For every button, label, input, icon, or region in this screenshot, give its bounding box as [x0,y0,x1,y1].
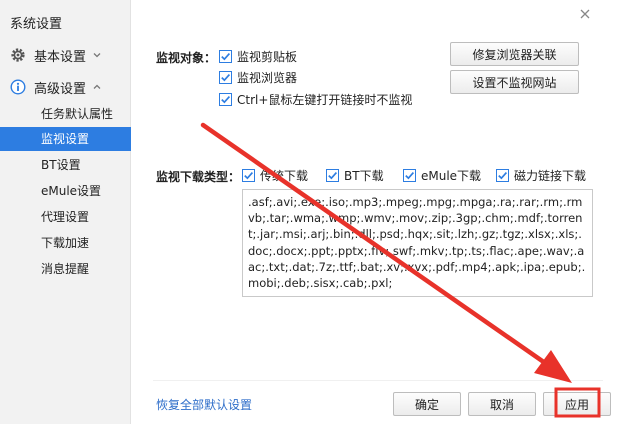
checkmark-icon [326,168,339,182]
checkmark-icon [219,49,232,63]
monitor-types-label: 监视下载类型： [156,170,241,184]
ok-button[interactable]: 确定 [393,392,461,416]
checkmark-icon [496,168,509,182]
sidebar-item-task-defaults[interactable]: 任务默认属性 [0,102,131,126]
checkmark-icon [219,70,232,84]
traditional-download-checkbox[interactable]: 传统下载 [242,167,308,183]
sidebar-item-bt[interactable]: BT设置 [0,153,131,177]
gear-icon [10,47,26,63]
settings-sidebar: 系统设置 基本设置 高级设置 任务默认属性 监视设置 BT设置 eMule设置 … [0,0,131,424]
sidebar-group-label: 基本设置 [34,49,87,65]
checkbox-label: 传统下载 [260,168,309,183]
footer-divider [153,380,603,381]
sidebar-item-emule[interactable]: eMule设置 [0,179,131,203]
bt-download-checkbox[interactable]: BT下载 [326,167,384,183]
checkbox-label: BT下载 [344,168,384,183]
monitor-browser-checkbox[interactable]: 监视浏览器 [219,69,297,85]
info-icon [10,79,26,95]
monitor-clipboard-checkbox[interactable]: 监视剪贴板 [219,48,297,64]
repair-browser-association-button[interactable]: 修复浏览器关联 [450,42,579,66]
extensions-textarea[interactable]: .asf;.avi;.exe;.iso;.mp3;.mpeg;.mpg;.mpg… [242,189,593,297]
restore-defaults-link[interactable]: 恢复全部默认设置 [156,396,252,413]
unmonitored-sites-button[interactable]: 设置不监视网站 [450,70,579,94]
magnet-download-checkbox[interactable]: 磁力链接下载 [496,167,586,183]
sidebar-item-notifications[interactable]: 消息提醒 [0,257,131,281]
annotation-arrowhead [534,350,572,383]
checkmark-icon [403,168,416,182]
sidebar-group-advanced[interactable]: 高级设置 [10,77,102,97]
ctrl-click-no-monitor-checkbox[interactable]: Ctrl+鼠标左键打开链接时不监视 [219,91,412,107]
checkbox-label: 监视浏览器 [237,70,298,85]
checkbox-label: 磁力链接下载 [514,168,587,183]
sidebar-item-acceleration[interactable]: 下载加速 [0,231,131,255]
close-button[interactable] [577,6,593,22]
monitor-objects-label: 监视对象： [156,51,217,65]
checkbox-label: 监视剪贴板 [237,49,298,64]
chevron-up-icon [92,82,102,92]
cancel-button[interactable]: 取消 [468,392,536,416]
sidebar-group-basic[interactable]: 基本设置 [10,45,102,65]
checkbox-label: Ctrl+鼠标左键打开链接时不监视 [237,92,413,107]
chevron-down-icon [92,50,102,60]
sidebar-item-proxy[interactable]: 代理设置 [0,205,131,229]
sidebar-item-monitor[interactable]: 监视设置 [0,127,131,151]
checkmark-icon [219,92,232,106]
checkbox-label: eMule下载 [421,168,482,183]
checkmark-icon [242,168,255,182]
emule-download-checkbox[interactable]: eMule下载 [403,167,481,183]
sidebar-group-label: 高级设置 [34,81,87,97]
sidebar-title: 系统设置 [10,17,63,32]
apply-button[interactable]: 应用 [543,392,611,416]
close-icon [580,9,590,19]
